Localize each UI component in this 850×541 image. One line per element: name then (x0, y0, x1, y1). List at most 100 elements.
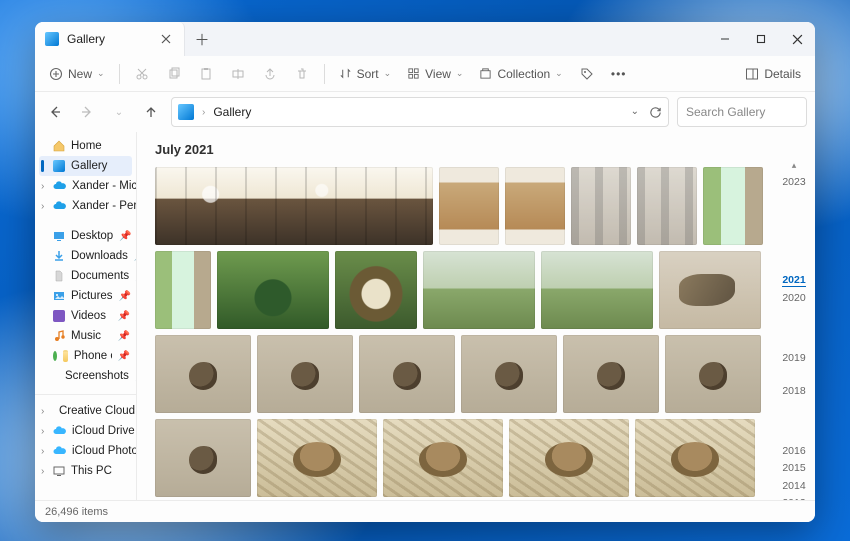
photo-thumbnail[interactable] (541, 251, 653, 329)
sidebar-item-ccf[interactable]: Creative Cloud Files (35, 401, 136, 421)
photo-thumbnail[interactable] (217, 251, 329, 329)
titlebar: Gallery ＋ (35, 22, 815, 56)
more-button[interactable]: ••• (605, 60, 633, 88)
close-window-button[interactable] (779, 22, 815, 56)
sidebar-item-screenshots[interactable]: Screenshots 📌 (35, 366, 136, 386)
rename-icon (231, 67, 245, 81)
rename-button[interactable] (224, 60, 252, 88)
tab-title: Gallery (67, 32, 105, 46)
photo-thumbnail[interactable] (563, 335, 659, 413)
photo-thumbnail[interactable] (257, 335, 353, 413)
photo-thumbnail[interactable] (155, 335, 251, 413)
photo-thumbnail[interactable] (635, 419, 755, 497)
filter-button[interactable] (573, 60, 601, 88)
photo-thumbnail[interactable] (703, 167, 763, 245)
photo-thumbnail[interactable] (383, 419, 503, 497)
tab-gallery[interactable]: Gallery (35, 22, 185, 56)
sidebar-item-documents[interactable]: Documents 📌 (35, 266, 136, 286)
year-marker[interactable]: 2023 (782, 177, 805, 189)
new-button[interactable]: New ⌄ (43, 60, 111, 88)
up-button[interactable] (139, 100, 163, 124)
sidebar-label: Screenshots (65, 370, 129, 382)
sidebar-item-music[interactable]: Music 📌 (35, 326, 136, 346)
address-dropdown-button[interactable]: ⌄ (631, 106, 639, 119)
photo-thumbnail[interactable] (637, 167, 697, 245)
details-label: Details (764, 67, 801, 81)
breadcrumb-location[interactable]: Gallery (213, 105, 251, 119)
year-marker[interactable]: 2018 (782, 386, 805, 398)
photo-thumbnail[interactable] (335, 251, 417, 329)
sort-icon (339, 67, 352, 80)
chevron-up-icon[interactable]: ▴ (792, 160, 797, 171)
copy-button[interactable] (160, 60, 188, 88)
photo-thumbnail[interactable] (571, 167, 631, 245)
trash-icon (295, 67, 309, 81)
year-marker[interactable]: 2014 (782, 481, 805, 493)
year-marker-selected[interactable]: 2021 (782, 275, 805, 288)
address-bar[interactable]: › Gallery ⌄ (171, 97, 669, 127)
photo-thumbnail[interactable] (509, 419, 629, 497)
sort-label: Sort (357, 67, 379, 81)
sidebar-item-onedrive-ms[interactable]: Xander - Microsoft (35, 176, 136, 196)
search-placeholder: Search Gallery (686, 105, 765, 119)
desktop-icon (53, 230, 65, 242)
sidebar-item-phone-camera[interactable]: Phone camera roll 📌 (35, 346, 136, 366)
year-marker[interactable]: 2020 (782, 293, 805, 305)
photo-thumbnail[interactable] (659, 251, 761, 329)
paste-button[interactable] (192, 60, 220, 88)
sidebar-item-onedrive-personal[interactable]: Xander - Personal (35, 196, 136, 216)
photo-thumbnail[interactable] (155, 167, 433, 245)
sidebar-item-videos[interactable]: Videos 📌 (35, 306, 136, 326)
sidebar-item-gallery[interactable]: Gallery (39, 156, 132, 176)
year-marker[interactable]: 2013 (782, 498, 805, 500)
file-explorer-window: Gallery ＋ New ⌄ (35, 22, 815, 522)
item-count: 26,496 items (45, 506, 108, 518)
search-input[interactable]: Search Gallery (677, 97, 807, 127)
status-bar: 26,496 items (35, 500, 815, 522)
sidebar-item-downloads[interactable]: Downloads 📌 (35, 246, 136, 266)
plus-circle-icon (49, 67, 63, 81)
details-pane-button[interactable]: Details (739, 60, 807, 88)
photo-thumbnail[interactable] (359, 335, 455, 413)
delete-button[interactable] (288, 60, 316, 88)
new-tab-button[interactable]: ＋ (185, 22, 219, 56)
toolbar: New ⌄ Sort ⌄ View ⌄ (35, 56, 815, 92)
sidebar-item-pictures[interactable]: Pictures 📌 (35, 286, 136, 306)
year-marker[interactable]: 2019 (782, 353, 805, 365)
maximize-button[interactable] (743, 22, 779, 56)
new-label: New (68, 67, 92, 81)
tab-close-button[interactable] (158, 31, 174, 47)
photo-thumbnail[interactable] (423, 251, 535, 329)
photo-thumbnail[interactable] (257, 419, 377, 497)
year-marker[interactable]: 2016 (782, 446, 805, 458)
sidebar-item-icloud-drive[interactable]: iCloud Drive (35, 421, 136, 441)
back-button[interactable] (43, 100, 67, 124)
collection-button[interactable]: Collection ⌄ (473, 60, 568, 88)
view-button[interactable]: View ⌄ (401, 60, 469, 88)
forward-button[interactable] (75, 100, 99, 124)
photo-thumbnail[interactable] (155, 419, 251, 497)
group-header[interactable]: July 2021 (155, 142, 801, 157)
chevron-down-icon: ⌄ (97, 68, 105, 79)
year-marker[interactable]: 2015 (782, 463, 805, 475)
share-button[interactable] (256, 60, 284, 88)
photo-thumbnail[interactable] (665, 335, 761, 413)
photo-thumbnail[interactable] (461, 335, 557, 413)
sidebar-item-desktop[interactable]: Desktop 📌 (35, 226, 136, 246)
ellipsis-icon: ••• (611, 67, 627, 81)
sidebar-item-home[interactable]: Home (35, 136, 136, 156)
recent-button[interactable]: ⌄ (107, 100, 131, 124)
cut-button[interactable] (128, 60, 156, 88)
sidebar-item-icloud-photos[interactable]: iCloud Photos (35, 441, 136, 461)
timeline-scrollbar[interactable]: ▴ 2023 2021 2020 2019 2018 2016 2015 201… (779, 160, 809, 492)
photo-thumbnail[interactable] (505, 167, 565, 245)
minimize-button[interactable] (707, 22, 743, 56)
photo-thumbnail[interactable] (155, 251, 211, 329)
downloads-icon (53, 250, 65, 262)
photo-thumbnail[interactable] (439, 167, 499, 245)
sidebar-label: Documents (71, 270, 129, 282)
sort-button[interactable]: Sort ⌄ (333, 60, 398, 88)
sidebar-item-this-pc[interactable]: This PC (35, 461, 136, 481)
refresh-button[interactable] (649, 106, 662, 119)
onedrive-icon (53, 181, 66, 191)
